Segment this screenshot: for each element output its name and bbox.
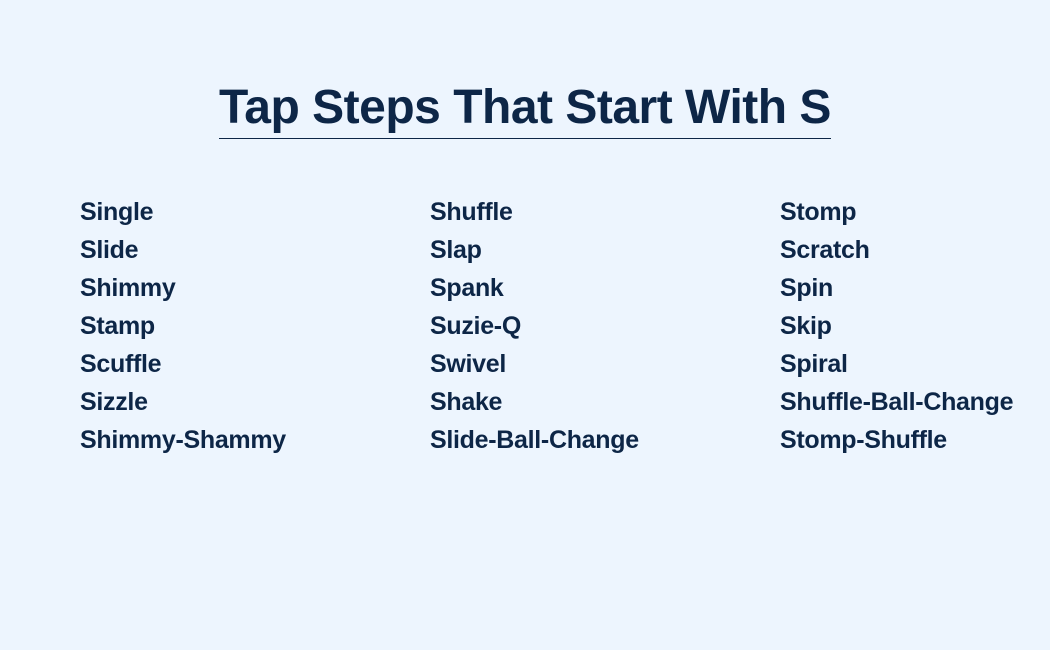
list-item: Scuffle	[80, 350, 162, 378]
list-item: Stomp	[780, 198, 857, 226]
list-item: Suzie-Q	[430, 312, 521, 340]
list-item: Slap	[430, 236, 482, 264]
list-item: Shuffle-Ball-Change	[780, 388, 1014, 416]
list-item: Skip	[780, 312, 832, 340]
list-item: Stamp	[80, 312, 155, 340]
list-item: Stomp-Shuffle	[780, 426, 947, 454]
column-2: Shuffle Slap Spank Suzie-Q Swivel Shake …	[430, 193, 639, 459]
list-item: Swivel	[430, 350, 507, 378]
list-item: Slide	[80, 236, 139, 264]
list-item: Single	[80, 198, 154, 226]
list-item: Slide-Ball-Change	[430, 426, 639, 454]
column-3: Stomp Scratch Spin Skip Spiral Shuffle-B…	[780, 193, 1014, 459]
column-1: Single Slide Shimmy Stamp Scuffle Sizzle…	[80, 193, 286, 459]
list-item: Spin	[780, 274, 833, 302]
list-item: Spiral	[780, 350, 848, 378]
list-item: Shuffle	[430, 198, 513, 226]
list-item: Shimmy	[80, 274, 176, 302]
list-item: Shimmy-Shammy	[80, 426, 286, 454]
list-item: Shake	[430, 388, 503, 416]
page-title: Tap Steps That Start With S	[219, 80, 831, 139]
header: Tap Steps That Start With S	[0, 80, 1050, 139]
list-item: Scratch	[780, 236, 870, 264]
list-item: Sizzle	[80, 388, 148, 416]
list-item: Spank	[430, 274, 504, 302]
